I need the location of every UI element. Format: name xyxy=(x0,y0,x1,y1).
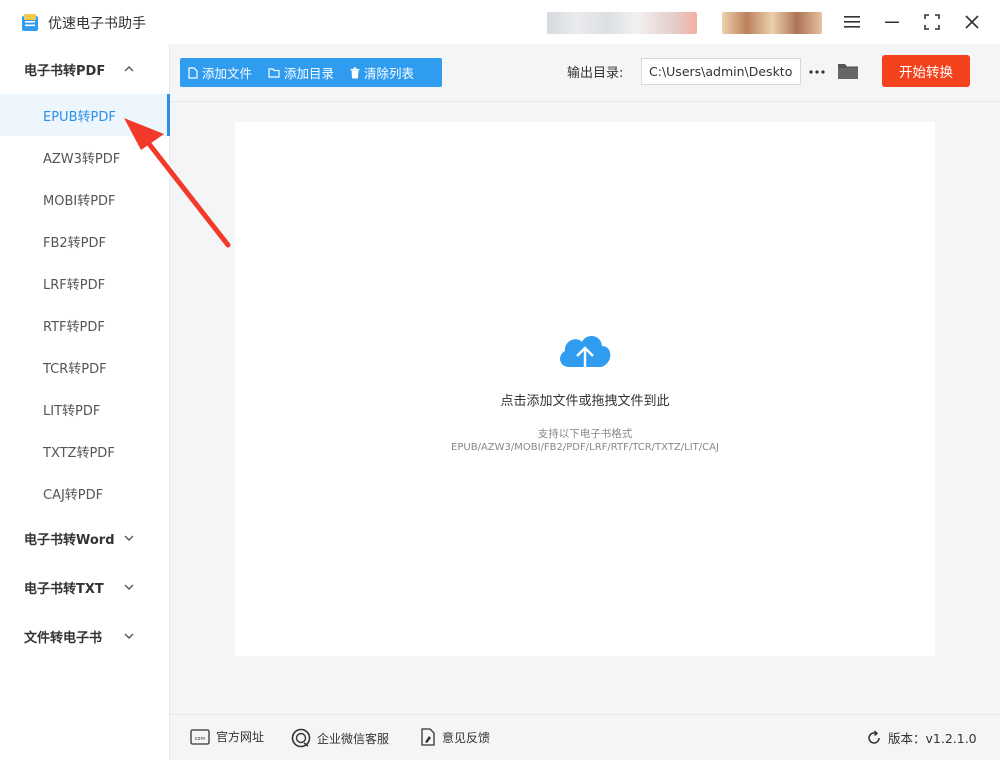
toolbar-divider xyxy=(170,101,1000,102)
footer-bar: com 官方网址 企业微信客服 意见反馈 版本：v1.2.1.0 xyxy=(170,714,1000,760)
sidebar-item-caj-to-pdf[interactable]: CAJ转PDF xyxy=(0,472,170,514)
sidebar-group-label: 电子书转TXT xyxy=(24,581,104,597)
sidebar-item-tcr-to-pdf[interactable]: TCR转PDF xyxy=(0,346,170,388)
website-label: 官方网址 xyxy=(216,730,265,744)
sidebar-group-label: 电子书转Word xyxy=(24,532,115,548)
sidebar-item-label: MOBI转PDF xyxy=(43,193,116,209)
feedback-icon xyxy=(421,728,435,746)
sidebar: 电子书转PDF EPUB转PDF AZW3转PDF MOBI转PDF FB2转P… xyxy=(0,44,170,760)
sidebar-item-label: TXTZ转PDF xyxy=(43,445,115,461)
sidebar-item-label: RTF转PDF xyxy=(43,319,105,335)
sidebar-item-label: EPUB转PDF xyxy=(43,109,116,125)
close-icon xyxy=(965,15,979,29)
chevron-up-icon xyxy=(124,44,134,94)
trash-icon xyxy=(350,67,360,78)
add-folder-button[interactable]: 添加目录 xyxy=(260,58,342,87)
sidebar-group-ebook-to-txt[interactable]: 电子书转TXT xyxy=(0,562,170,612)
version-label: 版本：v1.2.1.0 xyxy=(888,731,977,746)
sidebar-item-label: LIT转PDF xyxy=(43,403,101,419)
blurred-user-info xyxy=(547,12,697,34)
toolbar-button-group: 添加文件 添加目录 清除列表 xyxy=(180,58,442,87)
sidebar-group-ebook-to-pdf[interactable]: 电子书转PDF xyxy=(0,44,170,94)
sidebar-item-azw3-to-pdf[interactable]: AZW3转PDF xyxy=(0,136,170,178)
app-title: 优速电子书助手 xyxy=(48,16,146,32)
sidebar-item-lit-to-pdf[interactable]: LIT转PDF xyxy=(0,388,170,430)
svg-text:com: com xyxy=(195,736,206,742)
supported-formats-label: 支持以下电子书格式 xyxy=(537,428,633,440)
version-info: 版本：v1.2.1.0 xyxy=(866,728,977,747)
file-drop-zone[interactable]: 点击添加文件或拖拽文件到此 支持以下电子书格式 EPUB/AZW3/MOBI/F… xyxy=(235,122,935,656)
add-file-button[interactable]: 添加文件 xyxy=(180,58,260,87)
start-convert-button[interactable]: 开始转换 xyxy=(882,55,970,87)
refresh-icon xyxy=(868,729,880,744)
output-dir-input[interactable] xyxy=(641,58,801,85)
cloud-upload-icon xyxy=(560,336,611,379)
blurred-vip-badge xyxy=(722,12,822,34)
menu-button[interactable] xyxy=(839,10,865,34)
website-icon: com xyxy=(190,728,210,745)
clear-list-label: 清除列表 xyxy=(364,66,415,81)
folder-outline-icon xyxy=(268,68,280,78)
sidebar-item-label: CAJ转PDF xyxy=(43,487,104,503)
folder-icon[interactable] xyxy=(837,60,859,82)
sidebar-item-epub-to-pdf[interactable]: EPUB转PDF xyxy=(0,94,170,136)
feedback-link[interactable]: 意见反馈 xyxy=(420,728,490,746)
file-icon xyxy=(188,66,198,79)
maximize-button[interactable] xyxy=(919,10,945,34)
sidebar-group-file-to-ebook[interactable]: 文件转电子书 xyxy=(0,611,170,661)
sidebar-item-label: LRF转PDF xyxy=(43,277,106,293)
add-file-label: 添加文件 xyxy=(202,66,253,81)
sidebar-item-txtz-to-pdf[interactable]: TXTZ转PDF xyxy=(0,430,170,472)
app-logo-icon xyxy=(22,14,38,31)
ellipsis-icon xyxy=(809,69,825,74)
output-dir-label: 输出目录: xyxy=(567,66,624,81)
chat-icon xyxy=(291,728,311,748)
minimize-button[interactable] xyxy=(879,10,905,34)
drop-zone-title: 点击添加文件或拖拽文件到此 xyxy=(500,394,670,409)
wechat-support-link[interactable]: 企业微信客服 xyxy=(291,728,389,748)
clear-list-button[interactable]: 清除列表 xyxy=(342,58,422,87)
hamburger-icon xyxy=(844,16,860,28)
title-bar: 优速电子书助手 xyxy=(0,0,1000,44)
sidebar-item-lrf-to-pdf[interactable]: LRF转PDF xyxy=(0,262,170,304)
sidebar-item-rtf-to-pdf[interactable]: RTF转PDF xyxy=(0,304,170,346)
sidebar-group-ebook-to-word[interactable]: 电子书转Word xyxy=(0,513,170,563)
supported-formats-list: EPUB/AZW3/MOBI/FB2/PDF/LRF/RTF/TCR/TXTZ/… xyxy=(451,442,719,453)
browse-more-button[interactable] xyxy=(806,58,828,85)
website-link[interactable]: com 官方网址 xyxy=(190,728,264,745)
chevron-down-icon xyxy=(124,611,134,661)
maximize-icon xyxy=(924,14,940,30)
feedback-label: 意见反馈 xyxy=(442,730,491,745)
sidebar-item-label: TCR转PDF xyxy=(43,361,107,377)
close-button[interactable] xyxy=(959,10,985,34)
main-panel: 添加文件 添加目录 清除列表 输出目录: 开始转换 点击添加文件或拖拽文件到此 … xyxy=(170,44,1000,714)
chevron-down-icon xyxy=(124,562,134,612)
wechat-support-label: 企业微信客服 xyxy=(317,731,390,746)
sidebar-item-mobi-to-pdf[interactable]: MOBI转PDF xyxy=(0,178,170,220)
sidebar-item-label: AZW3转PDF xyxy=(43,151,121,167)
minimize-icon xyxy=(885,21,899,23)
sidebar-group-label: 文件转电子书 xyxy=(24,630,103,646)
add-folder-label: 添加目录 xyxy=(284,66,335,81)
sidebar-item-label: FB2转PDF xyxy=(43,235,106,251)
sidebar-item-fb2-to-pdf[interactable]: FB2转PDF xyxy=(0,220,170,262)
chevron-down-icon xyxy=(124,513,134,563)
sidebar-group-label: 电子书转PDF xyxy=(24,63,106,79)
